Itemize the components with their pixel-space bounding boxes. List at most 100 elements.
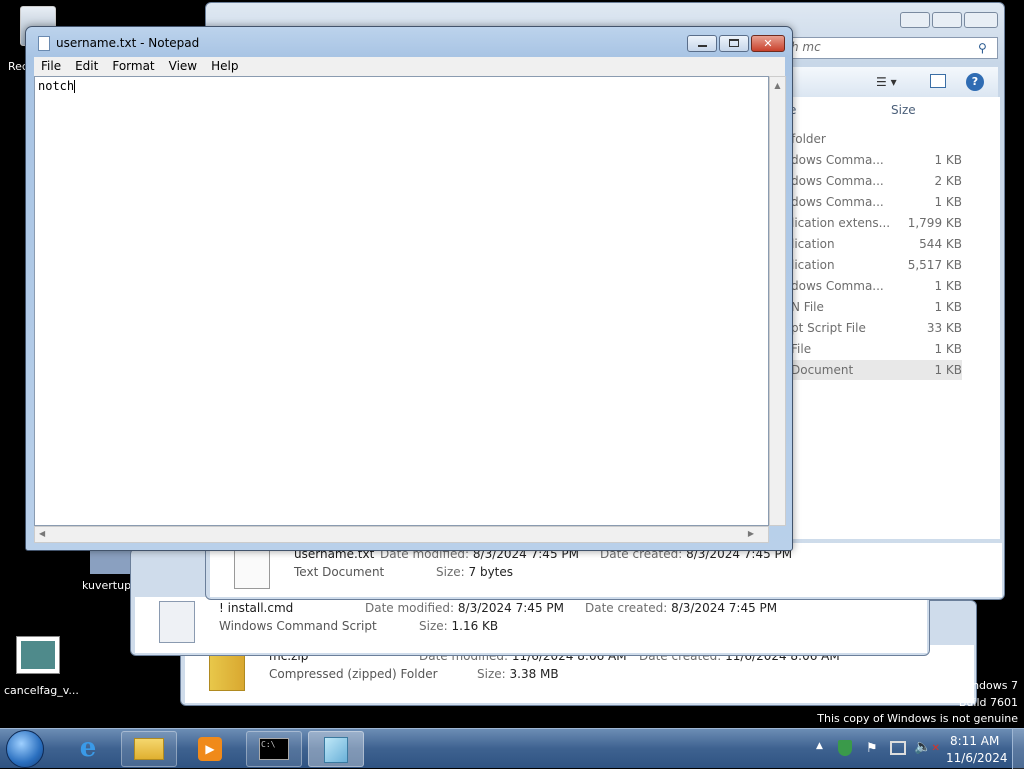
show-desktop-button[interactable] [1012, 729, 1024, 769]
file-size: 1 KB [934, 342, 962, 356]
show-hidden-icons-icon[interactable]: ▲ [816, 741, 823, 751]
taskbar-cmd[interactable]: C:\ [246, 731, 302, 767]
scroll-left-arrow-icon[interactable]: ◀ [39, 529, 45, 538]
file-row[interactable]: dows Comma... 1 KB [781, 276, 962, 296]
network-icon[interactable] [890, 741, 906, 755]
file-row[interactable]: dows Comma... 1 KB [781, 150, 962, 170]
file-type: lication [791, 237, 835, 251]
file-type: lication [791, 258, 835, 272]
minimize-button[interactable] [687, 35, 717, 52]
file-size: 1 KB [934, 279, 962, 293]
detail-name: ! install.cmd [219, 601, 294, 615]
file-size: 544 KB [919, 237, 962, 251]
menu-bar: File Edit Format View Help [34, 57, 785, 76]
size-value: 7 bytes [468, 565, 514, 579]
file-size: 2 KB [934, 174, 962, 188]
size-value: 3.38 MB [509, 667, 559, 681]
file-row[interactable]: lication extens... 1,799 KB [781, 213, 962, 233]
watermark-line3: This copy of Windows is not genuine [817, 712, 1018, 725]
cmd-icon: C:\ [259, 738, 289, 760]
scroll-up-arrow-icon[interactable]: ▲ [770, 81, 785, 90]
horizontal-scrollbar[interactable]: ◀ ▶ [34, 526, 769, 543]
kuvertup-label: kuvertup [82, 579, 132, 592]
file-row[interactable]: N File 1 KB [781, 297, 962, 317]
file-row[interactable]: lication 544 KB [781, 234, 962, 254]
file-row[interactable]: folder [781, 129, 962, 149]
close-button[interactable]: ✕ [751, 35, 785, 52]
clock-time[interactable]: 8:11 AM [950, 734, 999, 748]
file-row[interactable]: dows Comma... 1 KB [781, 192, 962, 212]
file-size: 5,517 KB [907, 258, 962, 272]
file-type: dows Comma... [791, 153, 884, 167]
file-row[interactable]: dows Comma... 2 KB [781, 171, 962, 191]
start-button[interactable] [6, 730, 44, 768]
file-row[interactable]: pt Script File 33 KB [781, 318, 962, 338]
file-size: 1 KB [934, 153, 962, 167]
close-button[interactable] [964, 12, 998, 28]
size-label: Size: [419, 619, 448, 633]
notepad-icon [38, 36, 50, 51]
menu-format[interactable]: Format [105, 57, 161, 76]
preview-pane-icon[interactable] [930, 74, 946, 88]
maximize-button[interactable] [932, 12, 962, 28]
modified-value: 8/3/2024 7:45 PM [457, 601, 564, 615]
size-label: Size: [436, 565, 465, 579]
editor-content: notch [38, 79, 75, 93]
security-shield-icon[interactable] [838, 740, 852, 756]
clock-date[interactable]: 11/6/2024 [946, 751, 1008, 765]
file-size: 1 KB [934, 300, 962, 314]
created-label: Date created: [585, 601, 668, 615]
vertical-scrollbar[interactable]: ▲ [769, 76, 786, 526]
help-icon[interactable]: ? [966, 73, 984, 91]
created-value: 8/3/2024 7:45 PM [671, 601, 778, 615]
file-size: 1 KB [934, 363, 962, 377]
taskbar: e ▶ C:\ ▲ ⚑ 🔈✕ 8:11 AM 11/6/2024 [0, 728, 1024, 769]
menu-file[interactable]: File [34, 57, 68, 76]
column-header-size[interactable]: Size [891, 103, 916, 117]
file-size: 1 KB [934, 195, 962, 209]
media-player-icon[interactable]: ▶ [198, 737, 222, 761]
maximize-button[interactable] [719, 35, 749, 52]
text-editor[interactable]: notch [34, 76, 769, 526]
file-row[interactable]: Document 1 KB [781, 360, 962, 380]
detail-type: Compressed (zipped) Folder [269, 667, 438, 681]
file-row[interactable]: lication 5,517 KB [781, 255, 962, 275]
script-icon [159, 601, 195, 643]
file-type: folder [791, 132, 826, 146]
search-input[interactable]: h mc [786, 37, 998, 59]
file-type: Document [791, 363, 854, 377]
file-size: 33 KB [926, 321, 962, 335]
notepad-window[interactable]: username.txt - Notepad ✕ File Edit Forma… [25, 26, 793, 551]
taskbar-notepad[interactable] [308, 731, 364, 767]
text-cursor [74, 80, 76, 93]
details-pane-username: username.txt Text Document Date modified… [210, 543, 1002, 597]
details-pane-install-cmd: ! install.cmd Windows Command Script Dat… [135, 597, 927, 653]
file-type: File [791, 342, 812, 356]
detail-type: Text Document [294, 565, 385, 579]
watermark-line2: Build 7601 [958, 696, 1018, 709]
scroll-right-arrow-icon[interactable]: ▶ [748, 529, 754, 538]
file-type: dows Comma... [791, 195, 884, 209]
desktop-icon-kuvertup[interactable] [90, 548, 134, 574]
text-document-icon [234, 547, 270, 589]
size-label: Size: [477, 667, 506, 681]
minimize-button[interactable] [900, 12, 930, 28]
internet-explorer-icon[interactable]: e [72, 734, 104, 764]
file-row[interactable]: File 1 KB [781, 339, 962, 359]
file-size: 1,799 KB [907, 216, 962, 230]
notepad-icon [324, 737, 348, 763]
view-options-icon[interactable]: ☰ ▾ [876, 75, 897, 89]
volume-muted-icon[interactable]: 🔈✕ [914, 739, 940, 755]
cancelfag-label: cancelfag_v... [4, 684, 79, 697]
desktop-icon-cancelfag[interactable] [16, 636, 60, 674]
taskbar-explorer[interactable] [121, 731, 177, 767]
menu-edit[interactable]: Edit [68, 57, 105, 76]
detail-type: Windows Command Script [219, 619, 377, 633]
menu-view[interactable]: View [162, 57, 204, 76]
action-center-flag-icon[interactable]: ⚑ [866, 741, 878, 756]
watermark-line1: Windows 7 [958, 679, 1018, 692]
menu-help[interactable]: Help [204, 57, 245, 76]
file-type: lication extens... [791, 216, 891, 230]
folder-icon [134, 738, 164, 760]
search-icon[interactable]: ⚲ [978, 41, 987, 55]
